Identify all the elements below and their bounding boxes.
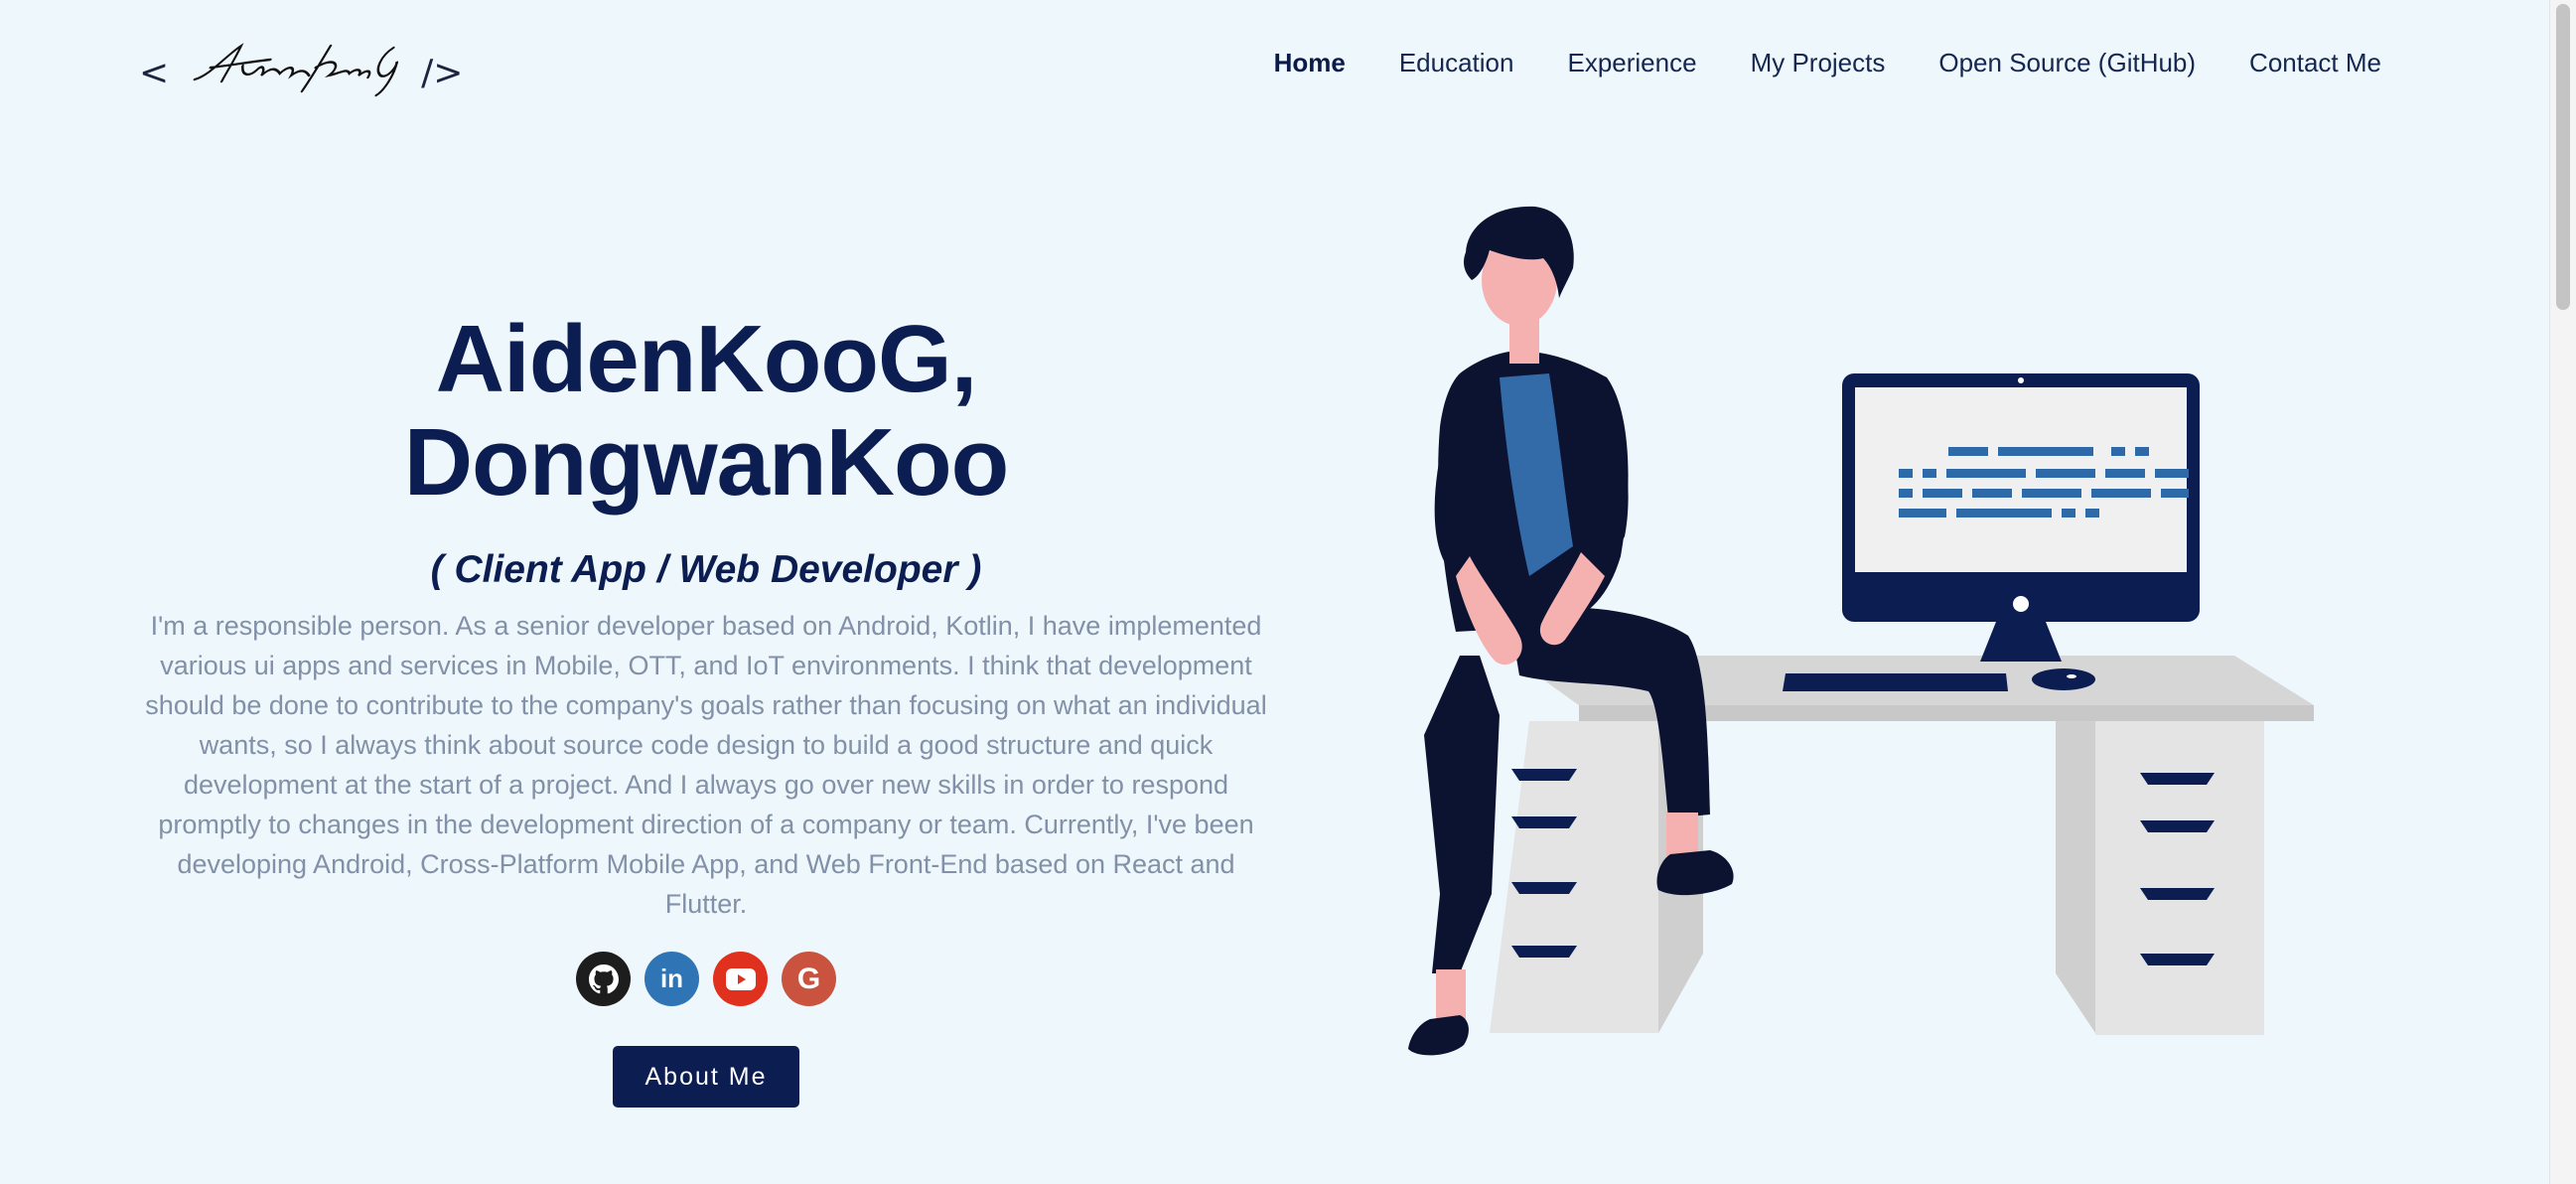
developer-illustration: [1408, 206, 2314, 1056]
hero-title-line1: AidenKooG,: [435, 306, 978, 412]
linkedin-link[interactable]: in: [644, 952, 699, 1006]
social-links: in G: [135, 952, 1277, 1006]
right-drawer-unit: [2095, 721, 2264, 1035]
keyboard: [1783, 673, 2008, 691]
logo-signature: [179, 36, 421, 110]
page: < /> Home Education Experience My Projec…: [0, 0, 2576, 1184]
drawer-handle: [1511, 816, 1577, 828]
vertical-scrollbar[interactable]: [2549, 0, 2576, 1184]
right-drawer-side: [2056, 721, 2095, 1033]
nav-experience[interactable]: Experience: [1567, 48, 1696, 78]
hero-title: AidenKooG, DongwanKoo: [135, 308, 1277, 515]
drawer-handle: [2140, 820, 2215, 832]
hero-section: AidenKooG, DongwanKoo ( Client App / Web…: [135, 308, 1277, 1108]
hero-role: ( Client App / Web Developer ): [430, 548, 982, 591]
youtube-icon: [725, 967, 756, 990]
monitor-power: [2013, 596, 2029, 612]
site-logo[interactable]: < />: [139, 38, 463, 107]
nav-contact-me[interactable]: Contact Me: [2249, 48, 2381, 78]
drawer-handle: [1511, 946, 1577, 958]
drawer-handle: [2140, 773, 2215, 785]
hero-description: I'm a responsible person. As a senior de…: [145, 611, 1267, 919]
youtube-link[interactable]: [713, 952, 768, 1006]
monitor-camera: [2018, 377, 2024, 383]
logo-close-bracket: />: [421, 52, 464, 93]
scrollbar-thumb[interactable]: [2556, 4, 2570, 310]
google-icon: G: [796, 962, 821, 995]
linkedin-icon: in: [659, 963, 684, 993]
monitor-screen: [1855, 387, 2187, 572]
signature-graphic: [193, 42, 399, 96]
google-link[interactable]: G: [782, 952, 836, 1006]
mouse-button: [2067, 674, 2076, 678]
about-me-button[interactable]: About Me: [613, 1046, 799, 1108]
github-icon: [588, 963, 619, 993]
hero-title-line2: DongwanKoo: [403, 409, 1010, 516]
logo-open-bracket: <: [139, 52, 170, 93]
nav-home[interactable]: Home: [1274, 48, 1346, 78]
main-nav: Home Education Experience My Projects Op…: [1274, 48, 2381, 78]
drawer-handle: [1511, 769, 1577, 781]
nav-open-source[interactable]: Open Source (GitHub): [1938, 48, 2196, 78]
drawer-handle: [2140, 888, 2215, 900]
monitor-stand: [1980, 622, 2062, 662]
nav-my-projects[interactable]: My Projects: [1751, 48, 1886, 78]
drawer-handle: [2140, 954, 2215, 965]
drawer-handle: [1511, 882, 1577, 894]
nav-education[interactable]: Education: [1399, 48, 1514, 78]
github-link[interactable]: [576, 952, 631, 1006]
mouse: [2032, 668, 2095, 690]
left-drawer-unit: [1490, 721, 1658, 1033]
